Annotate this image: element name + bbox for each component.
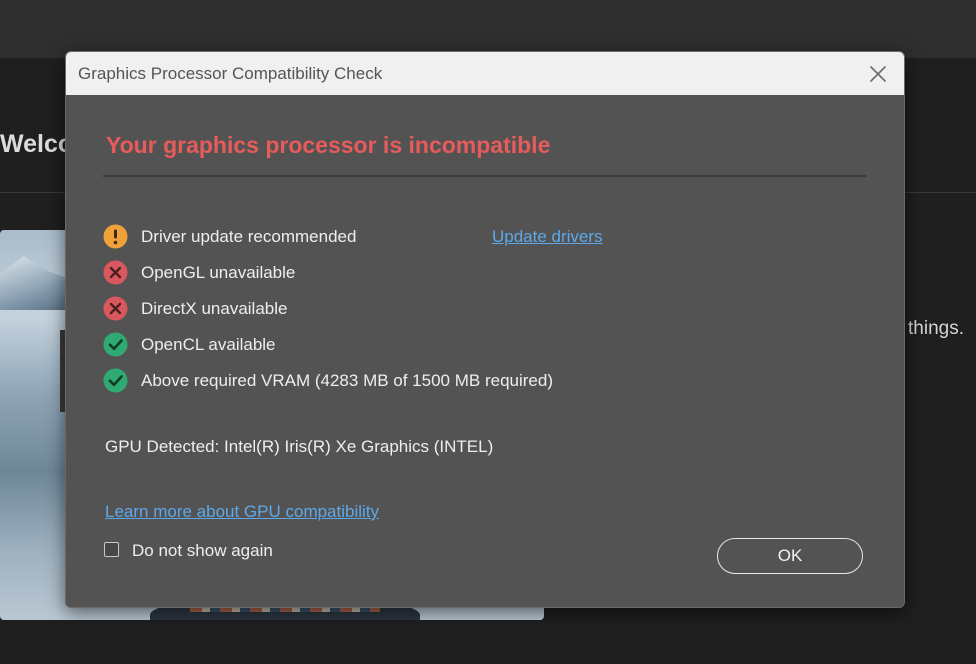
close-icon — [870, 66, 886, 82]
dialog-title: Graphics Processor Compatibility Check — [78, 64, 383, 83]
dialog-title-bar: Graphics Processor Compatibility Check — [66, 52, 904, 95]
success-icon — [103, 332, 128, 357]
success-icon — [103, 368, 128, 393]
headline-divider — [103, 175, 866, 177]
check-row-opengl: OpenGL unavailable — [103, 260, 863, 296]
app-top-bar — [0, 0, 976, 58]
check-label: OpenCL available — [141, 335, 276, 354]
learn-more-link[interactable]: Learn more about GPU compatibility — [105, 502, 379, 522]
check-label: DirectX unavailable — [141, 299, 288, 318]
error-icon — [103, 296, 128, 321]
check-label: OpenGL unavailable — [141, 263, 296, 282]
check-row-driver: Driver update recommended Update drivers — [103, 224, 863, 260]
check-row-opencl: OpenCL available — [103, 332, 863, 368]
check-row-directx: DirectX unavailable — [103, 296, 863, 332]
check-label: Driver update recommended — [141, 227, 357, 246]
update-drivers-link[interactable]: Update drivers — [492, 227, 603, 247]
error-icon — [103, 260, 128, 285]
checkbox-label: Do not show again — [132, 541, 273, 560]
check-label: Above required VRAM (4283 MB of 1500 MB … — [141, 371, 553, 390]
check-row-vram: Above required VRAM (4283 MB of 1500 MB … — [103, 368, 863, 404]
checkbox-box[interactable] — [104, 542, 119, 557]
panel-text: things. — [908, 318, 964, 339]
incompatible-headline: Your graphics processor is incompatible — [106, 132, 551, 158]
warning-icon — [103, 224, 128, 249]
gpu-compatibility-dialog: Graphics Processor Compatibility Check Y… — [65, 51, 905, 608]
check-list: Driver update recommended Update drivers… — [103, 224, 863, 404]
welcome-heading: Welco — [0, 130, 74, 158]
close-button[interactable] — [864, 60, 892, 88]
ok-button[interactable]: OK — [717, 538, 863, 574]
gpu-detected-text: GPU Detected: Intel(R) Iris(R) Xe Graphi… — [105, 437, 494, 456]
